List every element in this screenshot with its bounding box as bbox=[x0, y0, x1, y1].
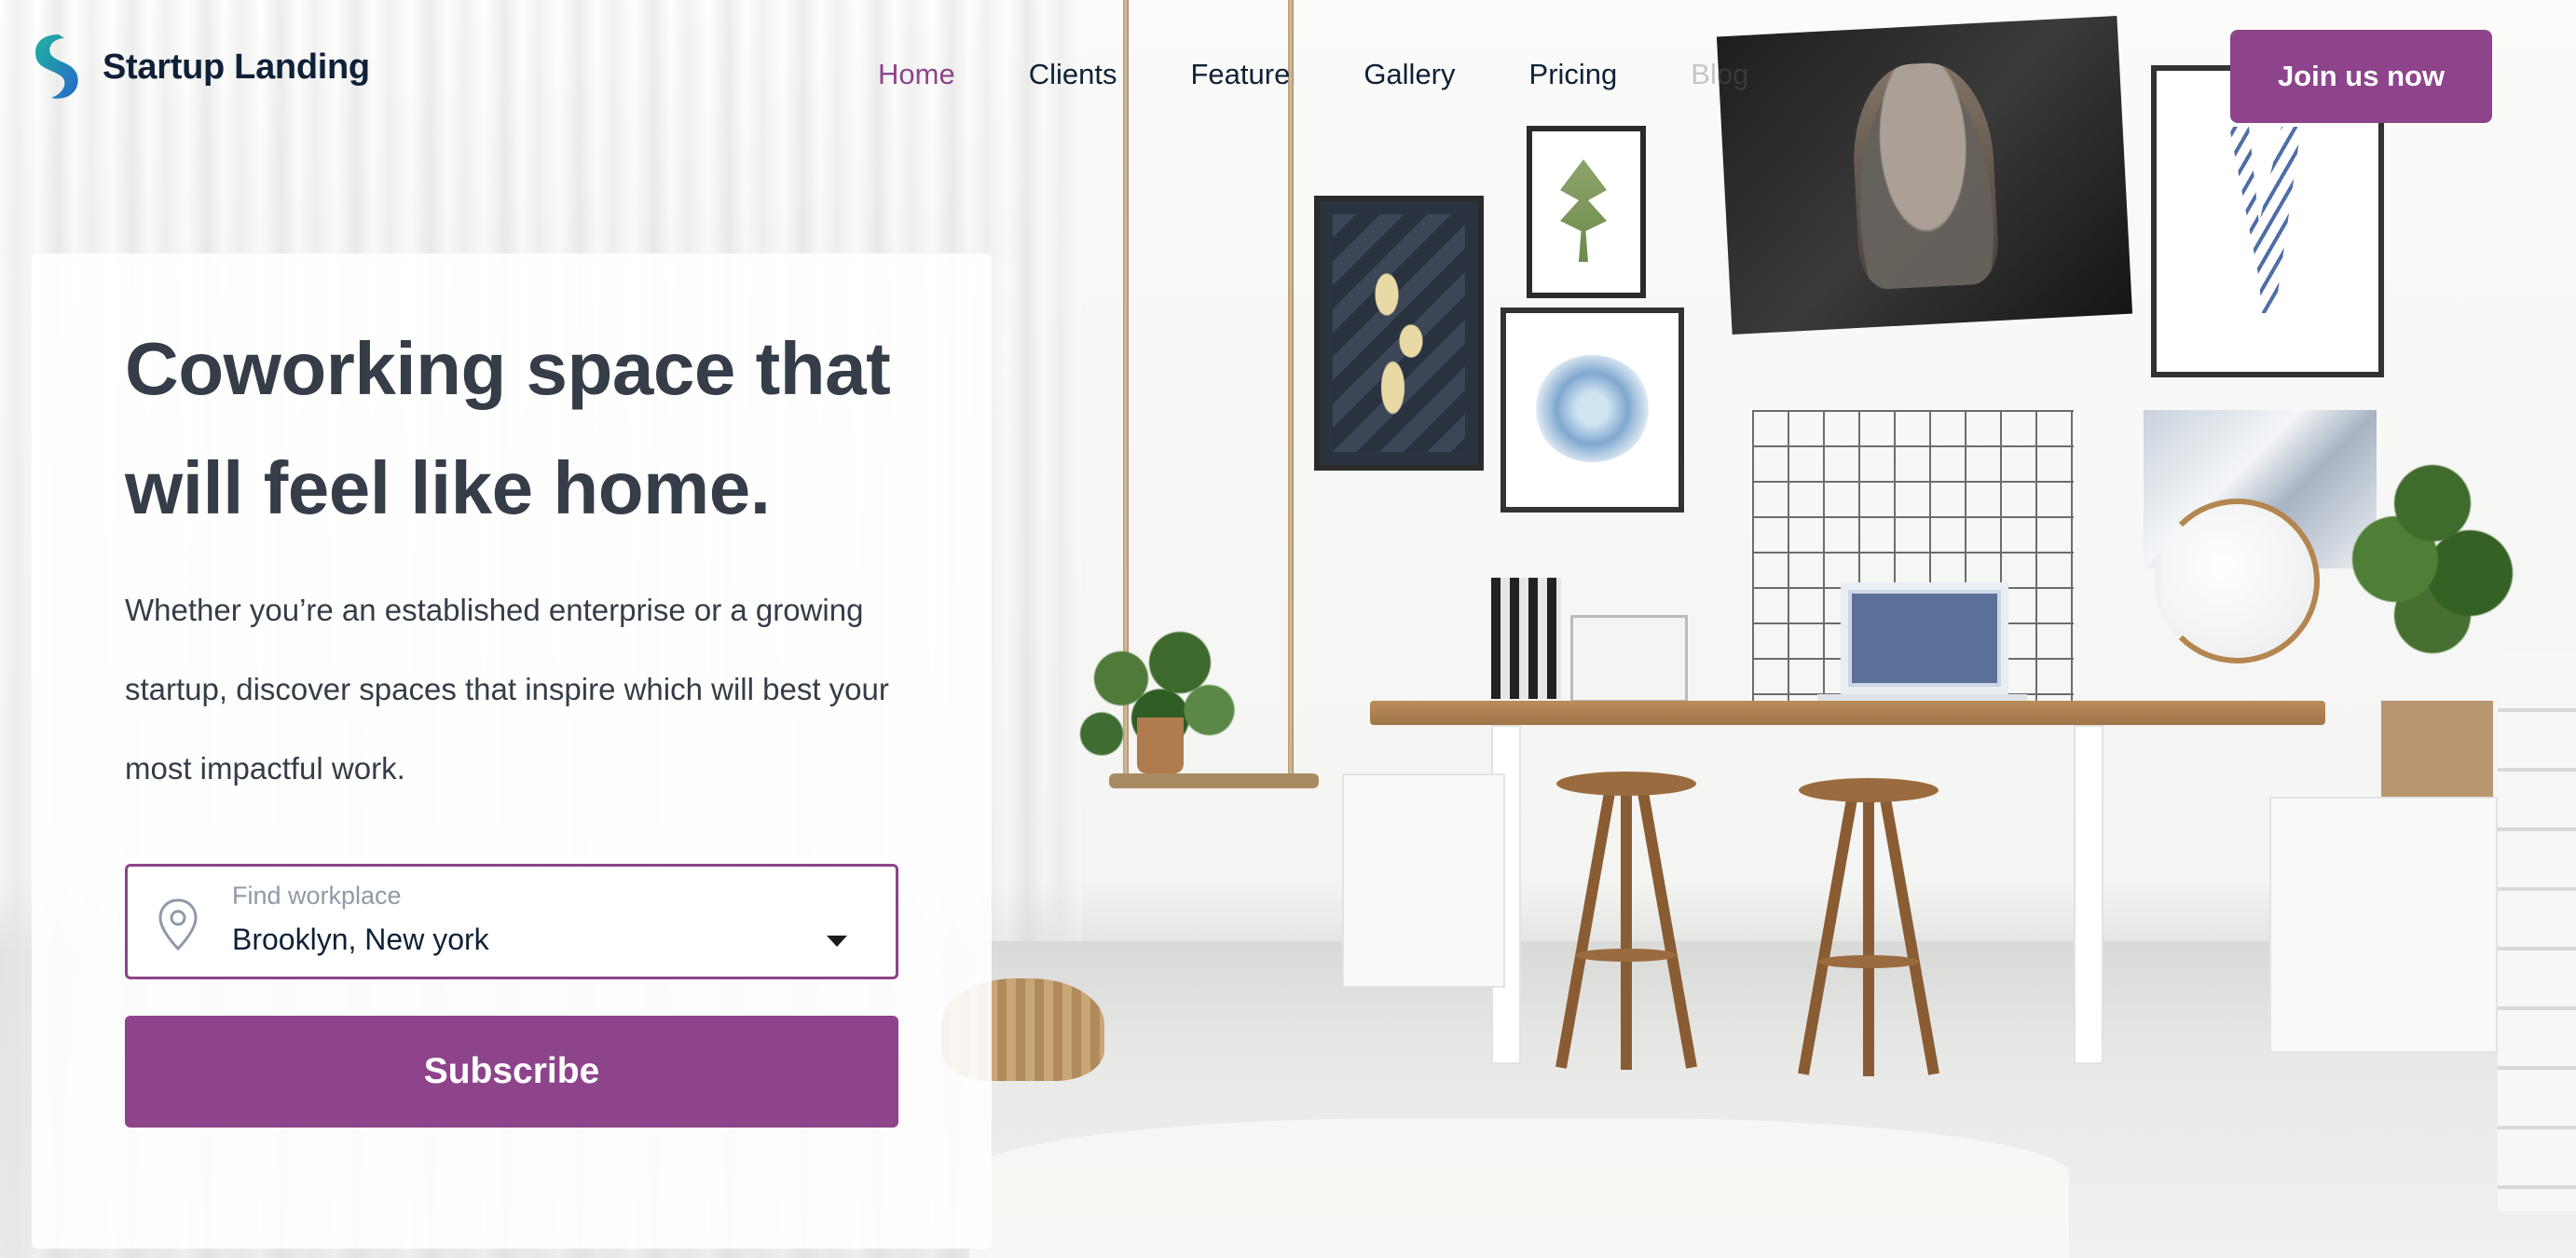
nav-item-clients[interactable]: Clients bbox=[1029, 58, 1117, 91]
nav-item-feature[interactable]: Feature bbox=[1190, 58, 1290, 91]
find-workplace-label: Find workplace bbox=[232, 882, 402, 909]
brand-name: Startup Landing bbox=[103, 48, 370, 87]
hero-description: Whether you’re an established enterprise… bbox=[125, 593, 889, 786]
chevron-down-icon[interactable] bbox=[827, 936, 847, 947]
hero-card: Coworking space that will feel like home… bbox=[32, 253, 992, 1249]
find-workplace-value: Brooklyn, New york bbox=[232, 923, 489, 956]
nav-item-home[interactable]: Home bbox=[878, 58, 955, 91]
map-pin-icon bbox=[156, 896, 200, 952]
main-nav: Home Clients Feature Gallery Pricing Blo… bbox=[878, 58, 1822, 91]
nav-item-blog[interactable]: Blog bbox=[1691, 58, 1748, 91]
brand-logo-link[interactable]: Startup Landing bbox=[31, 33, 370, 103]
subscribe-button[interactable]: Subscribe bbox=[125, 1016, 898, 1128]
logo-icon bbox=[31, 33, 82, 103]
site-header: Startup Landing Home Clients Feature Gal… bbox=[0, 0, 2576, 158]
nav-item-gallery[interactable]: Gallery bbox=[1363, 58, 1455, 91]
find-workplace-select[interactable]: Find workplace Brooklyn, New york bbox=[125, 864, 898, 979]
hero-title: Coworking space that will feel like home… bbox=[125, 327, 891, 529]
nav-item-pricing[interactable]: Pricing bbox=[1529, 58, 1618, 91]
join-us-button[interactable]: Join us now bbox=[2230, 30, 2492, 123]
